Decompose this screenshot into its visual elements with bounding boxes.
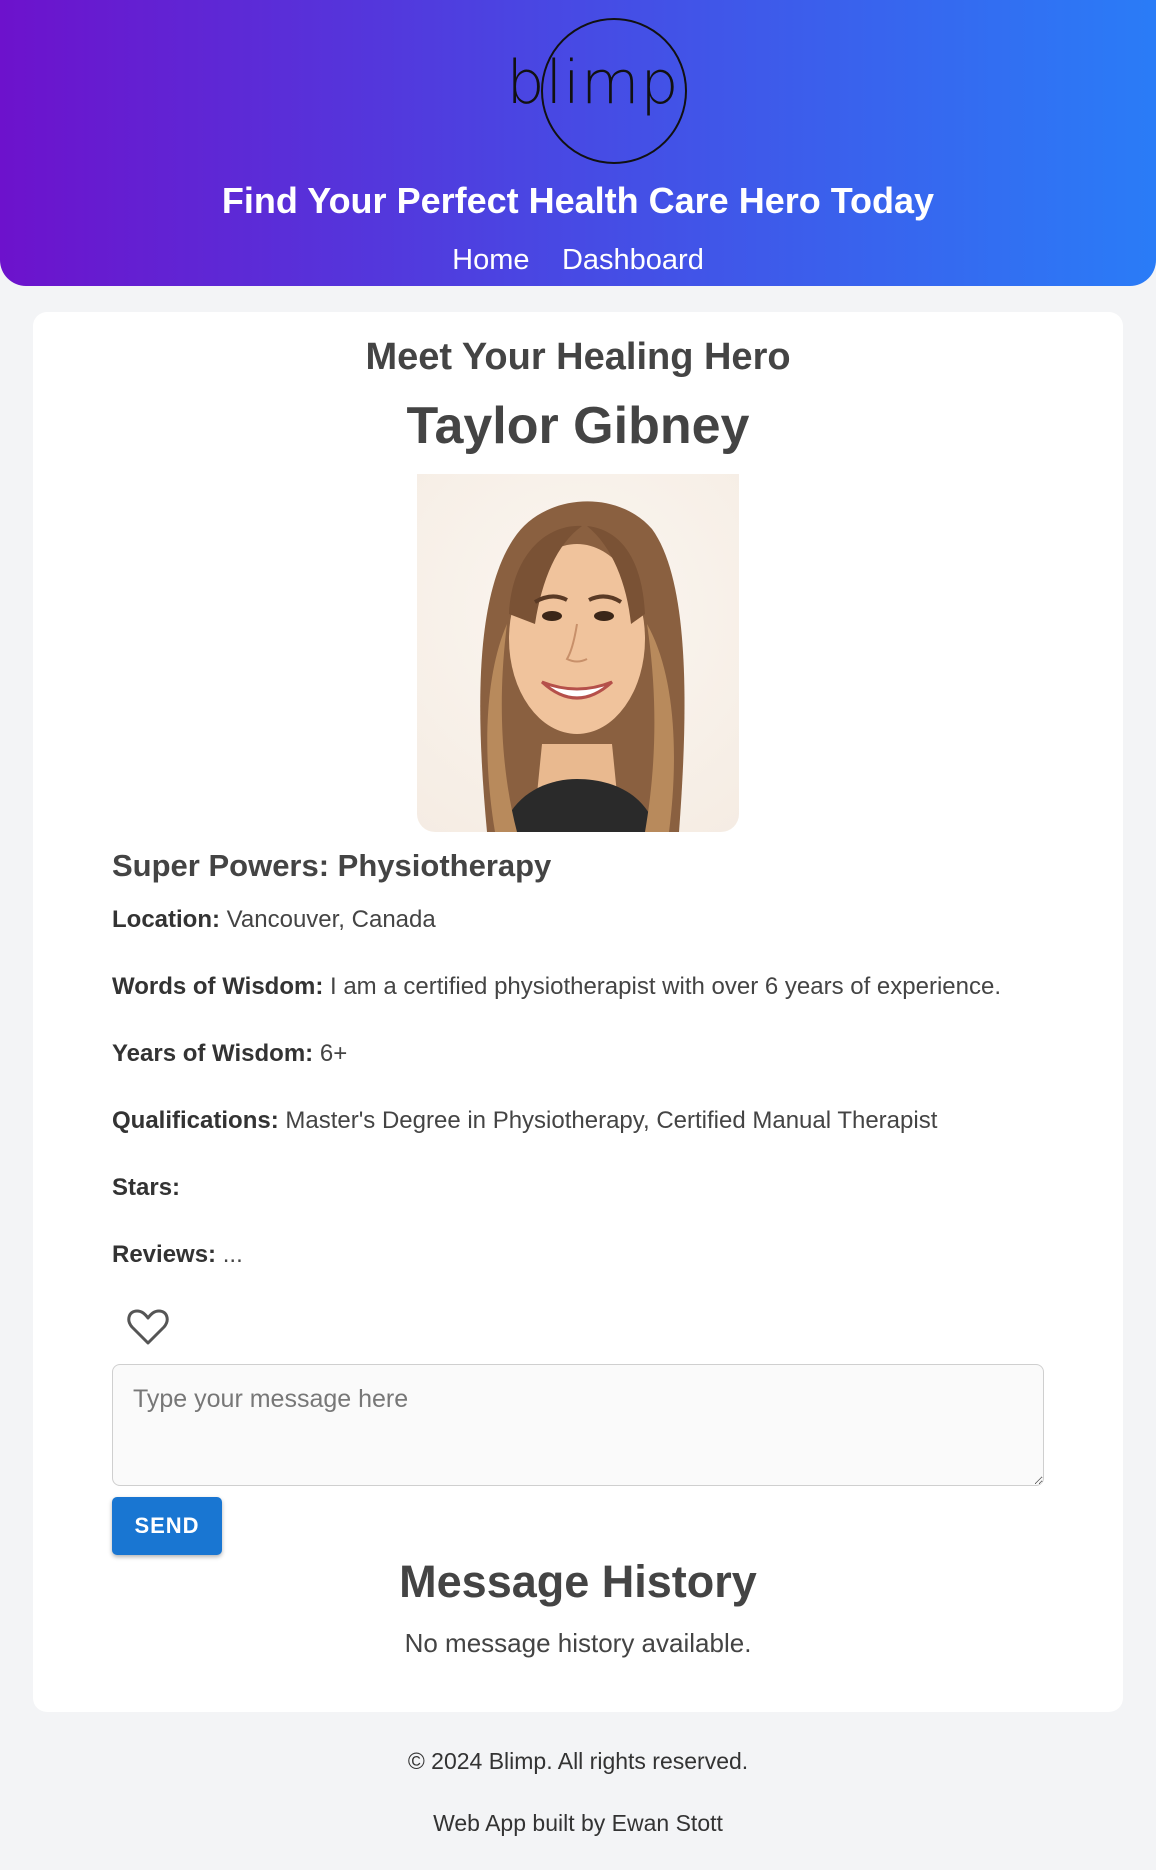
reviews-field: Reviews: ... [112,1241,1072,1270]
field-value: Vancouver, Canada [226,906,436,933]
stars-field: Stars: [112,1174,1072,1203]
logo-text: blimp [506,48,680,118]
field-value: I am a certified physiotherapist with ov… [330,973,1001,1000]
field-value: Master's Degree in Physiotherapy, Certif… [285,1107,938,1134]
footer-copyright: © 2024 Blimp. All rights reserved. [407,1748,749,1774]
nav-dashboard-link[interactable]: Dashboard [562,244,704,276]
message-history-empty: No message history available. [404,1628,752,1658]
nav-home-link[interactable]: Home [452,244,529,276]
intro-heading: Meet Your Healing Hero [365,336,791,378]
profile-photo [417,474,739,832]
message-history-title: Message History [399,1556,757,1607]
super-powers: Super Powers: Physiotherapy [112,848,552,883]
send-button[interactable]: SEND [112,1497,222,1555]
hero-name: Taylor Gibney [406,397,750,455]
site-header: blimp Find Your Perfect Health Care Hero… [0,0,1156,286]
location-field: Location: Vancouver, Canada [112,906,1072,935]
field-value: ... [222,1241,243,1268]
qualifications-field: Qualifications: Master's Degree in Physi… [112,1107,1072,1136]
field-label: Years of Wisdom: [112,1040,314,1067]
profile-card: Meet Your Healing Hero Taylor Gibney Sup… [33,312,1123,1712]
footer-credit: Web App built by Ewan Stott [433,1810,723,1836]
field-label: Location: [112,906,220,933]
message-input[interactable] [112,1364,1044,1486]
years-of-wisdom-field: Years of Wisdom: 6+ [112,1040,1072,1069]
words-of-wisdom-field: Words of Wisdom: I am a certified physio… [112,973,1072,1002]
field-label: Reviews: [112,1241,217,1268]
tagline: Find Your Perfect Health Care Hero Today [221,180,935,221]
field-label: Qualifications: [112,1107,279,1134]
heart-outline-icon[interactable] [126,1307,170,1347]
blimp-logo[interactable]: blimp [503,18,687,168]
field-label: Words of Wisdom: [112,973,324,1000]
field-label: Stars: [112,1174,181,1201]
profile-details: Super Powers: Physiotherapy Location: Va… [112,848,1072,1308]
main-nav: Home Dashboard [0,244,1156,277]
field-value: 6+ [319,1040,348,1067]
